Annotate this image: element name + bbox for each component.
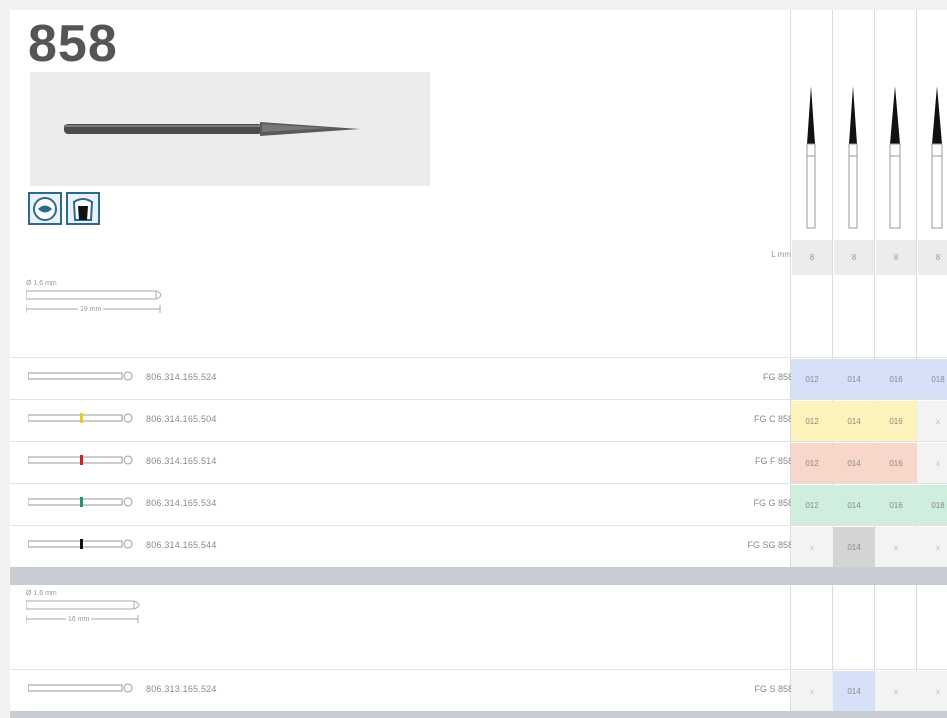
bur-silhouette-icon [889,86,901,229]
length-value: 8 [918,240,947,275]
length-value: 8 [792,240,832,275]
size-cell[interactable]: 016 [875,485,917,525]
shank-icon [28,539,133,549]
product-code: FG S 858 [754,684,793,694]
size-cell[interactable]: 012 [791,401,833,441]
reference-number: 806.314.165.534 [146,498,217,508]
shank-icon [28,371,133,381]
size-cell[interactable]: 014 [833,401,875,441]
shank-icon [28,683,133,693]
size-cell[interactable]: 016 [875,359,917,399]
section-separator [10,567,947,585]
size-cell-unavailable: x [917,671,947,711]
table-row[interactable]: 806.314.165.524 FG 858 012 014 016 018 [10,357,947,399]
dental-tooth-icon [66,192,100,225]
length-label: L mm [771,250,791,259]
size-cell[interactable]: 012 [791,359,833,399]
size-cell-unavailable: x [875,527,917,567]
size-cell[interactable]: 016 [875,401,917,441]
product-code: FG C 858 [753,414,793,424]
size-cell[interactable]: 014 [833,485,875,525]
bur-photo [30,72,430,186]
product-code: FG SG 858 [747,540,793,550]
table-row[interactable]: 806.314.165.504 FG C 858 012 014 016 x [10,399,947,441]
size-cell-unavailable: x [791,671,833,711]
size-cell[interactable]: 014 [833,359,875,399]
size-cell-unavailable: x [791,527,833,567]
product-code: FG F 858 [754,456,793,466]
shank-length-label: 19 mm [78,306,104,313]
size-cell[interactable]: 016 [875,443,917,483]
shank-length-label: 16 mm [66,616,92,623]
dental-lab-icon [28,192,62,225]
size-cell-unavailable: x [917,443,947,483]
table-row[interactable]: 806.314.165.544 FG SG 858 x 014 x x [10,525,947,567]
reference-number: 806.314.165.524 [146,372,217,382]
table-row[interactable]: 806.314.165.534 FG G 858 012 014 016 018 [10,483,947,525]
bur-silhouette-icon [931,86,943,229]
size-cell[interactable]: 014 [833,671,875,711]
bur-silhouette-icon [848,86,858,229]
size-cell[interactable]: 012 [791,443,833,483]
shank-icon [28,455,133,465]
reference-number: 806.313.165.524 [146,684,217,694]
size-cell[interactable]: 018 [917,485,947,525]
reference-number: 806.314.165.544 [146,540,217,550]
section-separator [10,711,947,718]
table-row[interactable]: 806.313.165.524 FG S 858 x 014 x x [10,669,947,711]
shank-dimension-drawing: Ø 1,6 mm 16 mm [26,590,156,625]
product-code: FG 858 [762,372,793,382]
shank-dimension-drawing: Ø 1,6 mm 19 mm [26,280,176,315]
size-cell-unavailable: x [917,401,947,441]
length-value: 8 [876,240,916,275]
shank-diameter-label: Ø 1,6 mm [26,590,57,597]
size-cell[interactable]: 014 [833,443,875,483]
bur-silhouette-icon [806,86,816,229]
reference-number: 806.314.165.514 [146,456,217,466]
length-value: 8 [834,240,874,275]
product-code: FG G 858 [753,498,793,508]
size-cell-unavailable: x [875,671,917,711]
product-sheet: 858 L mm 8 8 8 8 Ø 1,6 mm 19 mm 806.314.… [10,10,947,718]
size-cell[interactable]: 014 [833,527,875,567]
table-row[interactable]: 806.314.165.514 FG F 858 012 014 016 x [10,441,947,483]
shank-diameter-label: Ø 1,6 mm [26,280,57,287]
product-number-title: 858 [28,15,118,73]
size-cell[interactable]: 012 [791,485,833,525]
size-cell-unavailable: x [917,527,947,567]
shank-icon [28,497,133,507]
shank-icon [28,413,133,423]
reference-number: 806.314.165.504 [146,414,217,424]
size-cell[interactable]: 018 [917,359,947,399]
